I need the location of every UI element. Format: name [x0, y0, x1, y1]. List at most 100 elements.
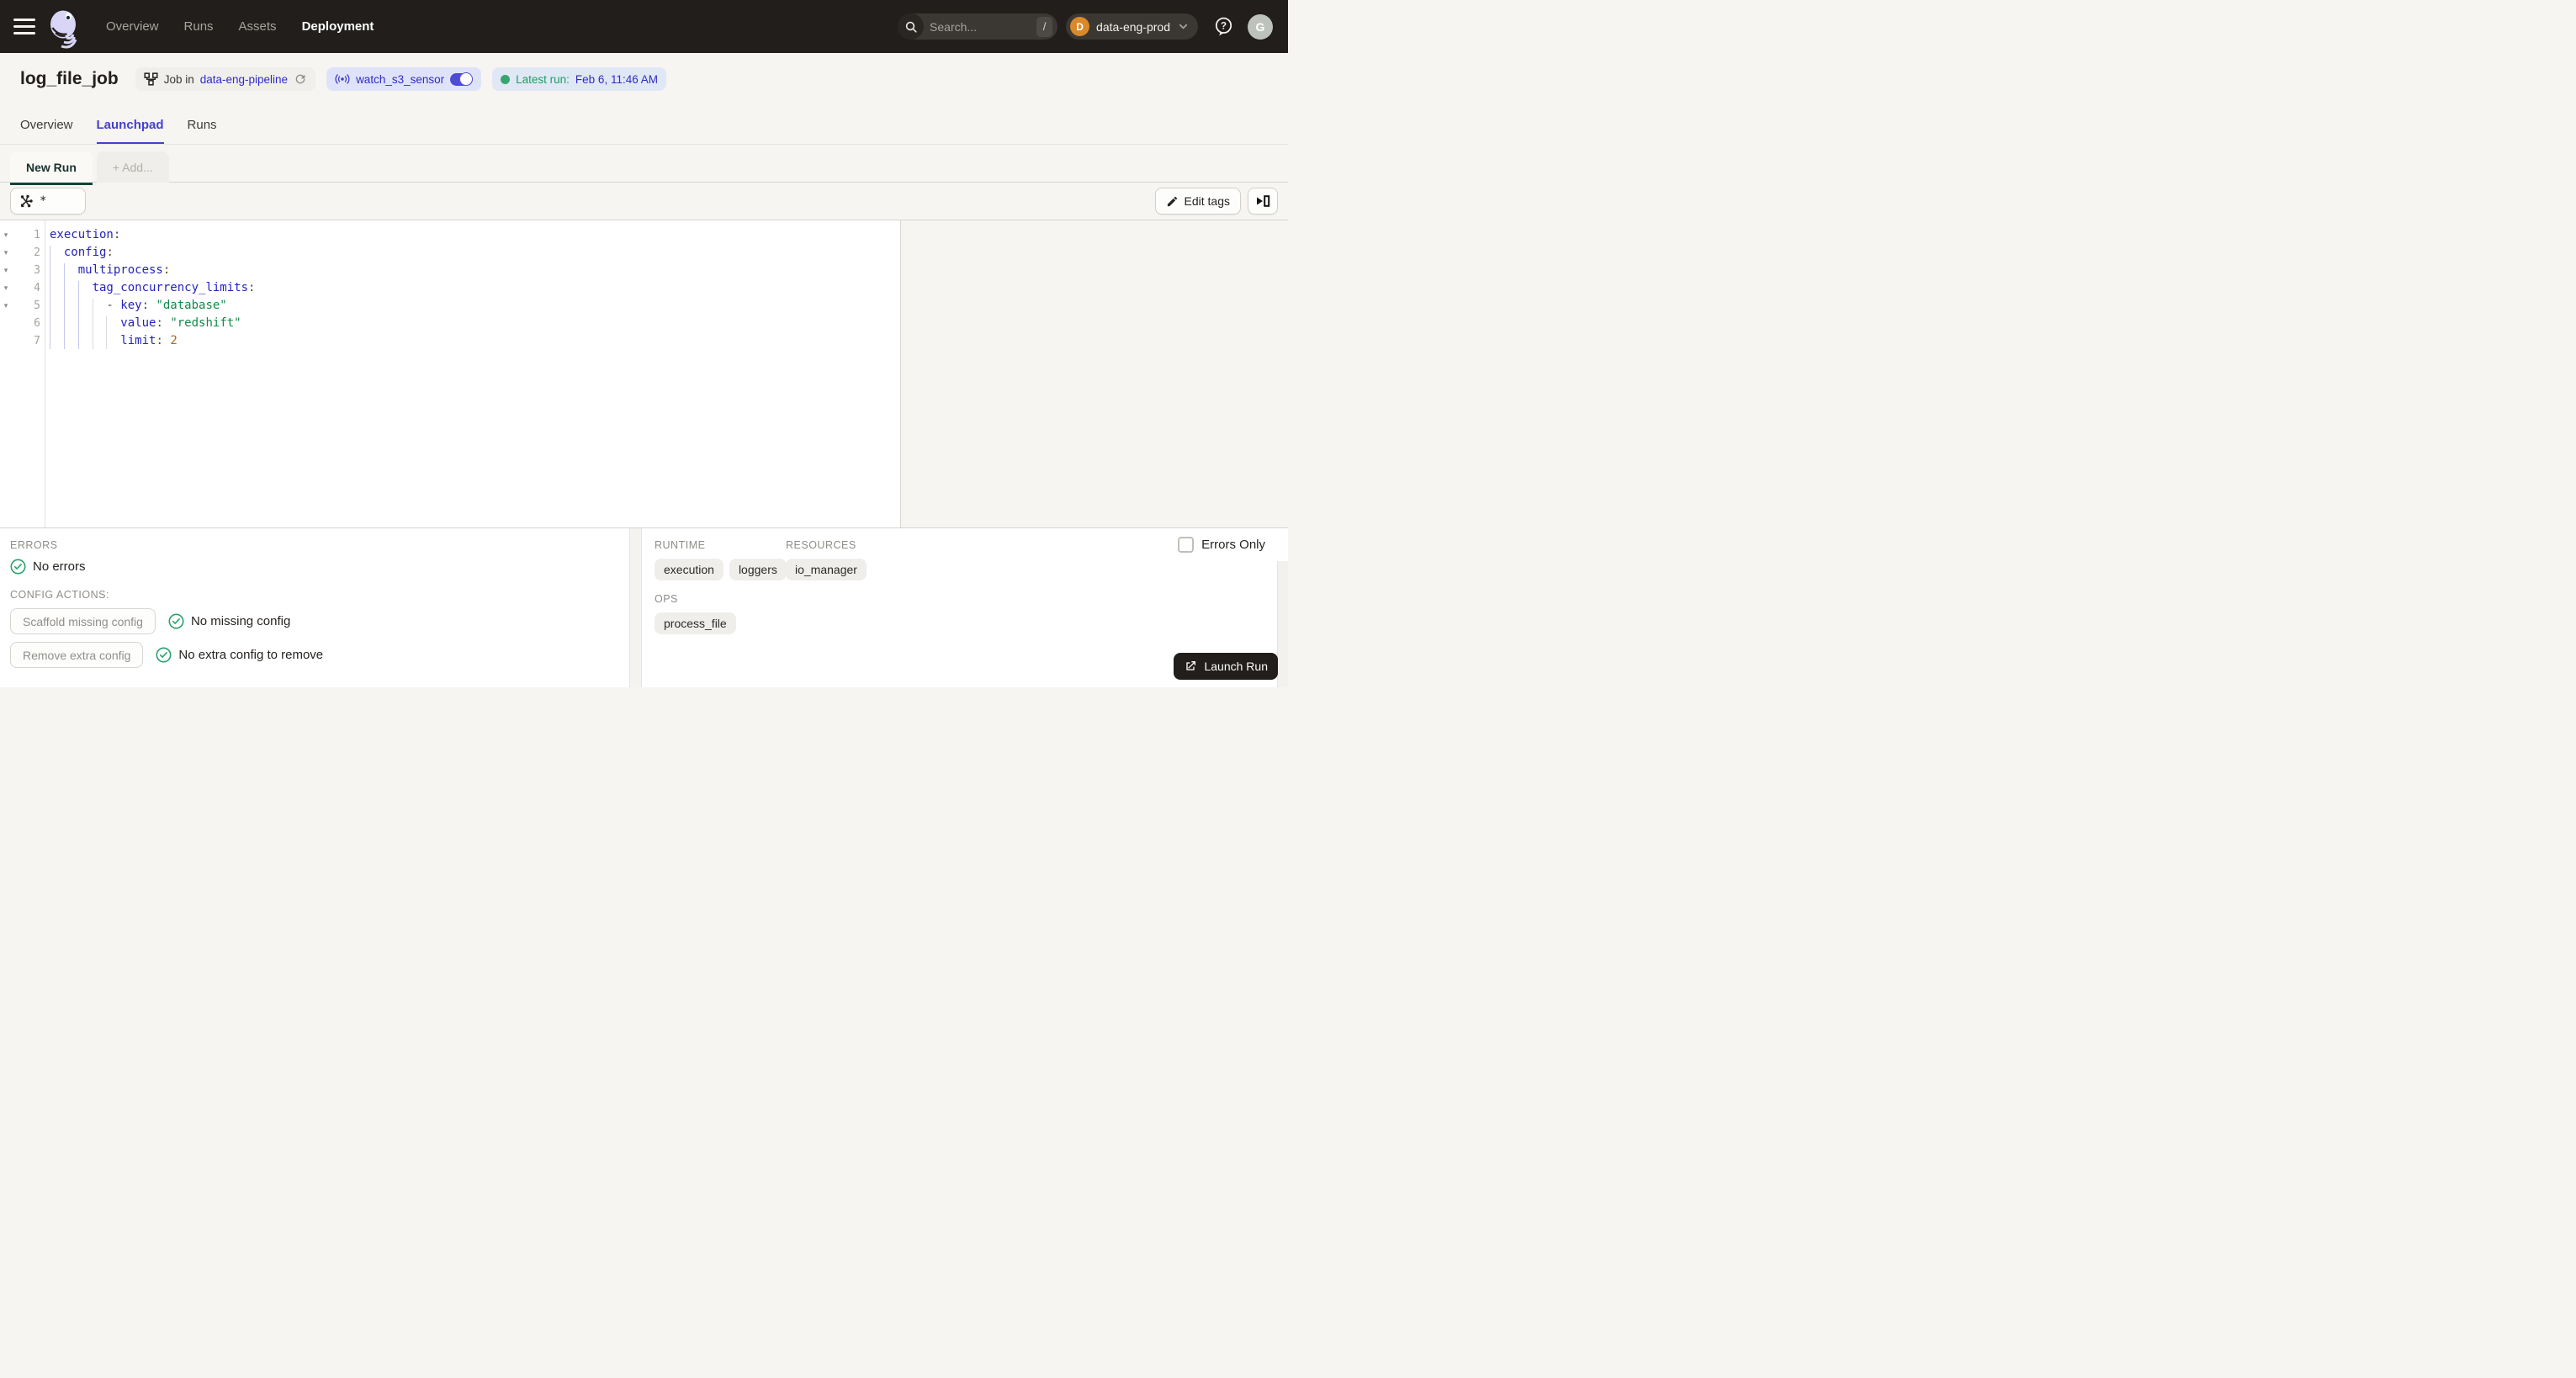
scaffold-missing-config-button[interactable]: Scaffold missing config	[10, 608, 156, 634]
dagster-logo-icon[interactable]	[47, 8, 84, 52]
line-number: 7	[34, 335, 40, 347]
panel-scrollbar-track[interactable]	[1277, 561, 1288, 687]
run-status-dot	[501, 74, 511, 84]
fold-arrow-icon[interactable]: ▾	[4, 267, 8, 274]
deployment-badge: D	[1070, 17, 1090, 36]
check-circle-icon	[168, 613, 184, 629]
nav-link-deployment[interactable]: Deployment	[302, 19, 374, 34]
line-number: 1	[34, 229, 40, 241]
code-line[interactable]: execution:	[50, 226, 900, 244]
errors-only-label: Errors Only	[1201, 538, 1265, 552]
search-icon	[898, 13, 925, 40]
no-errors-status: No errors	[10, 559, 619, 575]
new-run-tab[interactable]: New Run	[10, 151, 93, 183]
config-editor-split: ▾ ▾ ▾ ▾ ▾ 1 2 3 4 5 6 7 execution: config: multipr…	[0, 220, 1288, 528]
yaml-config-editor[interactable]: ▾ ▾ ▾ ▾ ▾ 1 2 3 4 5 6 7 execution: config: multipr…	[0, 220, 900, 527]
nav-link-assets[interactable]: Assets	[239, 19, 277, 34]
tab-overview[interactable]: Overview	[20, 105, 73, 144]
nav-links: Overview Runs Assets Deployment	[106, 19, 374, 34]
nav-link-runs[interactable]: Runs	[184, 19, 214, 34]
menu-icon[interactable]	[13, 19, 35, 34]
fold-arrow-icon[interactable]: ▾	[4, 284, 8, 292]
tab-launchpad[interactable]: Launchpad	[96, 105, 164, 144]
deployment-name: data-eng-prod	[1096, 19, 1170, 34]
bottom-panel: ERRORS No errors CONFIG ACTIONS: Scaffol…	[0, 528, 1288, 687]
resources-section-label: RESOURCES	[786, 539, 856, 551]
line-number-column: 1 2 3 4 5 6 7	[12, 226, 40, 350]
chevron-down-icon	[1179, 24, 1188, 29]
page-header: log_file_job Job in data-eng-pipeline wa…	[0, 53, 1288, 105]
code-line[interactable]: limit: 2	[50, 332, 900, 350]
search-input[interactable]: Search... /	[898, 13, 1058, 40]
sensor-link[interactable]: watch_s3_sensor	[356, 73, 444, 86]
help-icon[interactable]: ?	[1213, 16, 1234, 37]
repo-link[interactable]: data-eng-pipeline	[200, 73, 288, 86]
latest-run-badge: Latest run: Feb 6, 11:46 AM	[492, 67, 666, 91]
op-selector-value: *	[40, 194, 47, 208]
no-missing-config-status: No missing config	[168, 613, 290, 629]
errors-only-checkbox[interactable]	[1178, 537, 1195, 553]
code-area[interactable]: execution: config: multiprocess: tag_con…	[45, 226, 900, 527]
launch-icon	[1186, 661, 1196, 670]
job-location-badge: Job in data-eng-pipeline	[135, 67, 316, 91]
line-number: 6	[34, 317, 40, 330]
fold-column: ▾ ▾ ▾ ▾ ▾	[0, 226, 12, 350]
check-circle-icon	[156, 647, 172, 663]
job-tabs: Overview Launchpad Runs	[0, 105, 1288, 145]
launch-run-button[interactable]: Launch Run	[1174, 653, 1278, 680]
tag: execution	[655, 559, 724, 580]
check-circle-icon	[10, 559, 26, 575]
launchpad-run-tabs: New Run + Add...	[0, 145, 1288, 183]
runtime-section-label: RUNTIME	[655, 539, 706, 551]
job-badge-prefix: Job in	[163, 72, 194, 86]
deployment-switcher[interactable]: D data-eng-prod	[1066, 13, 1198, 40]
code-line[interactable]: tag_concurrency_limits:	[50, 279, 900, 297]
search-placeholder: Search...	[930, 19, 978, 34]
sensor-toggle[interactable]	[450, 72, 474, 86]
fold-arrow-icon[interactable]: ▾	[4, 231, 8, 239]
remove-extra-config-button[interactable]: Remove extra config	[10, 642, 144, 668]
latest-run-label: Latest run:	[516, 72, 570, 86]
ops-section-label: OPS	[655, 593, 678, 605]
page-title: log_file_job	[20, 69, 119, 88]
tab-runs[interactable]: Runs	[188, 105, 217, 144]
errors-section-label: ERRORS	[10, 539, 58, 551]
tag: loggers	[729, 559, 787, 580]
errors-panel: ERRORS No errors CONFIG ACTIONS: Scaffol…	[0, 528, 629, 687]
op-graph-icon	[20, 194, 33, 208]
resource-tags: io_manager	[786, 559, 867, 580]
nav-link-overview[interactable]: Overview	[106, 19, 159, 34]
op-selector-input[interactable]: *	[10, 188, 86, 215]
fold-arrow-icon[interactable]: ▾	[4, 249, 8, 257]
play-panel-icon	[1257, 195, 1270, 207]
user-avatar[interactable]: G	[1248, 13, 1273, 40]
edit-tags-button[interactable]: Edit tags	[1154, 188, 1241, 215]
code-line[interactable]: - key: "database"	[50, 297, 900, 315]
line-number: 3	[34, 264, 40, 277]
expand-panel-button[interactable]	[1248, 188, 1278, 215]
line-number: 4	[34, 282, 40, 294]
add-run-config-tab[interactable]: + Add...	[96, 151, 169, 183]
svg-text:?: ?	[1221, 21, 1227, 31]
run-preview-panel: RUNTIME execution loggers RESOURCES io_ma…	[642, 528, 1288, 687]
sensor-badge: watch_s3_sensor	[326, 67, 482, 91]
reload-icon[interactable]	[294, 72, 307, 86]
code-line[interactable]: multiprocess:	[50, 262, 900, 279]
no-extra-config-status: No extra config to remove	[156, 647, 323, 663]
line-number: 2	[34, 246, 40, 259]
code-line[interactable]: config:	[50, 244, 900, 262]
pencil-icon	[1167, 196, 1177, 206]
launchpad-toolbar: * Edit tags	[0, 183, 1288, 220]
job-tree-icon	[144, 72, 158, 86]
panel-scrollbar-track[interactable]	[629, 528, 642, 687]
config-actions-label: CONFIG ACTIONS:	[10, 589, 109, 601]
top-navbar: Overview Runs Assets Deployment Search..…	[0, 0, 1288, 53]
fold-arrow-icon[interactable]: ▾	[4, 302, 8, 310]
config-schema-panel	[900, 220, 1288, 527]
search-shortcut-key: /	[1036, 16, 1053, 37]
tag: process_file	[655, 612, 736, 634]
latest-run-link[interactable]: Feb 6, 11:46 AM	[575, 73, 658, 86]
tag: io_manager	[786, 559, 867, 580]
sensor-icon	[335, 74, 350, 84]
code-line[interactable]: value: "redshift"	[50, 315, 900, 332]
